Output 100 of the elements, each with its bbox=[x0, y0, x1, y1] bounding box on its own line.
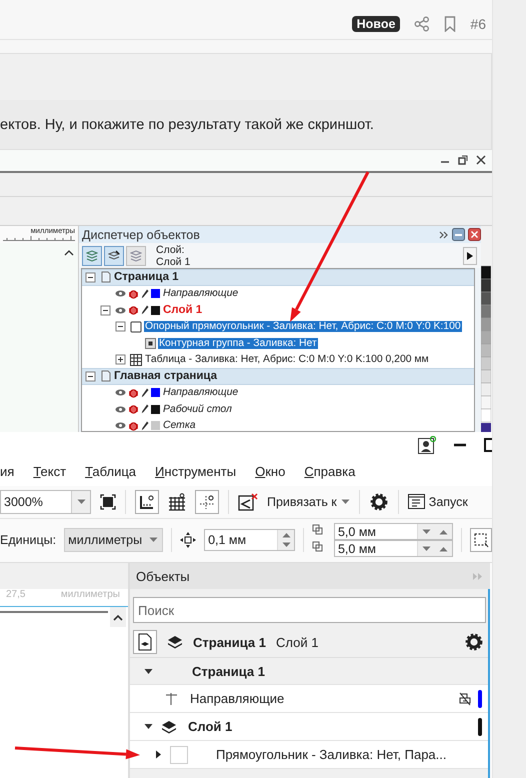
expand-icon[interactable] bbox=[439, 230, 449, 238]
table-icon bbox=[130, 354, 142, 366]
toggle-icon bbox=[85, 272, 96, 283]
tree-item[interactable]: Слой 1 bbox=[162, 304, 204, 316]
units-dropdown[interactable]: миллиметры bbox=[64, 528, 164, 552]
menu-item[interactable]: Инструменты bbox=[155, 464, 236, 480]
launch-button[interactable]: Запуск bbox=[408, 494, 468, 510]
layers-pen-icon bbox=[108, 250, 120, 262]
share-icon[interactable] bbox=[414, 16, 430, 32]
toggle-icon bbox=[100, 304, 111, 316]
menu-item[interactable]: ия bbox=[0, 464, 14, 480]
page-icon bbox=[100, 370, 111, 382]
caret-icon bbox=[76, 498, 86, 505]
tree-item[interactable]: Опорный прямоугольник - Заливка: Нет, Абрис: C:0 M:0 Y:0 K:100 bbox=[144, 321, 462, 332]
rulers-button[interactable] bbox=[135, 490, 159, 514]
post-number[interactable]: #6 bbox=[470, 16, 486, 32]
layers-icon bbox=[167, 634, 183, 650]
page-icon bbox=[137, 633, 153, 652]
toggle-icon bbox=[115, 354, 126, 366]
toggle-icon bbox=[85, 370, 96, 382]
tree-item[interactable]: Направляющие bbox=[162, 288, 240, 300]
tree-item[interactable]: Направляющие bbox=[186, 691, 284, 706]
bounding-box-icon bbox=[472, 532, 489, 548]
restore-icon bbox=[458, 155, 468, 166]
current-layer: Слой 1 bbox=[276, 634, 318, 650]
snap-off-icon[interactable] bbox=[238, 492, 258, 511]
menu-arrow-button[interactable] bbox=[463, 246, 477, 264]
layer-name: Слой 1 bbox=[156, 256, 192, 268]
expand-toggle[interactable] bbox=[115, 321, 128, 332]
bounding-box-button[interactable] bbox=[470, 528, 492, 552]
tree-item[interactable]: Страница 1 bbox=[113, 271, 180, 284]
group-icon bbox=[145, 338, 156, 349]
menu-item[interactable]: Таблица bbox=[85, 464, 136, 480]
menu-item[interactable]: Справка bbox=[304, 464, 356, 480]
expand-toggle[interactable] bbox=[142, 666, 154, 676]
pencil-icon bbox=[141, 288, 149, 299]
units-label: Единицы: bbox=[0, 533, 56, 548]
tree-item[interactable]: Страница 1 bbox=[184, 664, 265, 679]
page-icon bbox=[100, 271, 111, 284]
layer-label: Слой: bbox=[156, 244, 186, 256]
menu-item[interactable]: Текст bbox=[33, 464, 66, 480]
layers-icon bbox=[130, 250, 142, 262]
minimize-button[interactable] bbox=[454, 442, 466, 448]
tree-item[interactable]: Сетка bbox=[162, 420, 197, 431]
eye-icon bbox=[115, 404, 126, 414]
expand-toggle[interactable] bbox=[85, 272, 98, 283]
tree-item[interactable]: Контурная группа - Заливка: Нет bbox=[158, 338, 318, 349]
expand-toggle[interactable] bbox=[100, 304, 113, 316]
search-field[interactable]: Поиск bbox=[133, 597, 486, 624]
layers-toggle-button[interactable] bbox=[82, 246, 102, 266]
pencil-icon bbox=[141, 420, 149, 431]
chevron-up-icon bbox=[113, 614, 123, 621]
tree-item[interactable]: Главная страница bbox=[113, 370, 218, 382]
close-button[interactable] bbox=[476, 155, 486, 166]
tree-item[interactable]: Слой 1 bbox=[184, 719, 232, 734]
layers-icon bbox=[86, 250, 98, 262]
current-page: Страница 1 bbox=[193, 634, 266, 650]
layers-icon bbox=[161, 718, 177, 735]
minimize-icon bbox=[454, 442, 466, 448]
page-layer-button[interactable] bbox=[133, 630, 157, 654]
close-icon bbox=[476, 155, 486, 166]
quote-text: ектов. Ну, и покажите по результату такой же скриншот. bbox=[0, 116, 374, 132]
ruler-ticks-drawing bbox=[3, 235, 75, 241]
snap-to-dropdown[interactable]: Привязать к bbox=[267, 494, 350, 509]
eye-icon bbox=[115, 289, 126, 298]
scroll-up-button[interactable] bbox=[110, 607, 126, 628]
edit-layers-button[interactable] bbox=[104, 246, 124, 266]
settings-icon[interactable] bbox=[464, 632, 484, 652]
minimize-icon[interactable] bbox=[452, 228, 465, 241]
toggle-icon bbox=[115, 321, 126, 332]
settings-icon[interactable] bbox=[368, 492, 389, 512]
restore-button[interactable] bbox=[458, 155, 468, 166]
expand-toggle[interactable] bbox=[115, 354, 128, 366]
caret-icon bbox=[340, 498, 350, 505]
bookmark-icon[interactable] bbox=[444, 16, 456, 32]
ruler-value: 27,5 bbox=[6, 589, 26, 600]
full-screen-icon[interactable] bbox=[100, 494, 116, 510]
tree-item[interactable]: Направляющие bbox=[162, 387, 240, 398]
chevron-up-icon[interactable] bbox=[64, 249, 74, 256]
tree-item[interactable]: Рабочий стол bbox=[162, 404, 233, 415]
maximize-icon bbox=[484, 438, 492, 452]
eye-icon bbox=[115, 388, 126, 398]
docker-title: Объекты bbox=[136, 568, 190, 584]
maximize-button[interactable] bbox=[484, 438, 492, 452]
square-icon bbox=[130, 320, 142, 333]
triangle-icon bbox=[144, 666, 152, 676]
ruler-icon bbox=[139, 494, 155, 510]
expand-toggle[interactable] bbox=[142, 722, 154, 732]
expand-toggle[interactable] bbox=[85, 370, 98, 382]
docker-title: Диспетчер объектов bbox=[82, 228, 201, 242]
menu-item[interactable]: Окно bbox=[255, 464, 286, 480]
nudge-icon bbox=[180, 532, 196, 548]
zoom-combo[interactable]: 3000% bbox=[0, 490, 91, 514]
guidelines-button[interactable] bbox=[195, 490, 219, 514]
user-icon[interactable] bbox=[418, 436, 436, 454]
tree-item[interactable]: Таблица - Заливка: Нет, Абрис: C:0 M:0 Y:0 K:100 0,200 мм bbox=[144, 354, 430, 366]
grid-icon[interactable] bbox=[168, 492, 186, 511]
ruler-unit: миллиметры bbox=[60, 589, 120, 600]
close-icon[interactable] bbox=[468, 228, 481, 241]
layer-manager-button[interactable] bbox=[126, 246, 146, 266]
